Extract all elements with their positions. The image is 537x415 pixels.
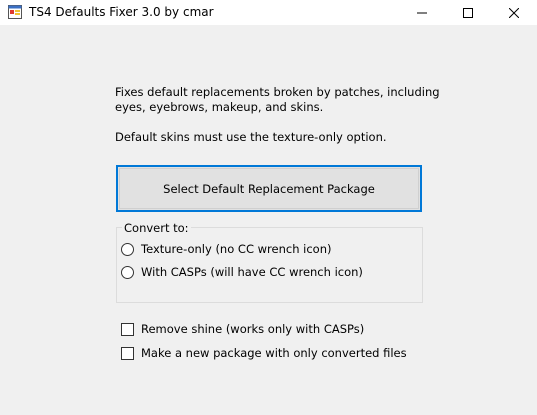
description-text: Fixes default replacements broken by pat… xyxy=(115,85,445,115)
checkbox-new-package-label: Make a new package with only converted f… xyxy=(141,346,407,360)
select-package-button-label: Select Default Replacement Package xyxy=(163,181,375,196)
radio-circle-icon[interactable] xyxy=(121,242,134,256)
minimize-icon xyxy=(417,12,427,13)
convert-to-label: Convert to: xyxy=(122,221,191,235)
description: Fixes default replacements broken by pat… xyxy=(115,85,445,145)
radio-circle-icon[interactable] xyxy=(121,265,134,279)
radio-texture-only-label: Texture-only (no CC wrench icon) xyxy=(141,242,332,256)
close-icon xyxy=(509,7,519,18)
checkbox-remove-shine[interactable]: Remove shine (works only with CASPs) xyxy=(121,322,364,336)
description-line-1: Fixes default replacements broken by pat… xyxy=(115,85,440,99)
skins-note: Default skins must use the texture-only … xyxy=(115,130,387,144)
maximize-icon xyxy=(463,7,473,18)
close-button[interactable] xyxy=(491,0,537,25)
app-window-icon xyxy=(8,5,22,19)
window-title: TS4 Defaults Fixer 3.0 by cmar xyxy=(29,5,214,19)
radio-with-casps-label: With CASPs (will have CC wrench icon) xyxy=(141,265,363,279)
maximize-button[interactable] xyxy=(445,0,491,25)
title-bar[interactable]: TS4 Defaults Fixer 3.0 by cmar xyxy=(0,0,537,25)
description-line-2: eyes, eyebrows, makeup, and skins. xyxy=(115,100,324,114)
minimize-button[interactable] xyxy=(399,0,445,25)
checkbox-remove-shine-label: Remove shine (works only with CASPs) xyxy=(141,322,365,336)
checkbox-box-icon[interactable] xyxy=(121,322,134,336)
window-client-area: Fixes default replacements broken by pat… xyxy=(0,25,537,415)
radio-with-casps[interactable]: With CASPs (will have CC wrench icon) xyxy=(121,265,363,279)
radio-texture-only[interactable]: Texture-only (no CC wrench icon) xyxy=(121,242,331,256)
select-package-button[interactable]: Select Default Replacement Package xyxy=(116,165,422,212)
checkbox-new-package[interactable]: Make a new package with only converted f… xyxy=(121,346,407,360)
checkbox-box-icon[interactable] xyxy=(121,346,134,360)
